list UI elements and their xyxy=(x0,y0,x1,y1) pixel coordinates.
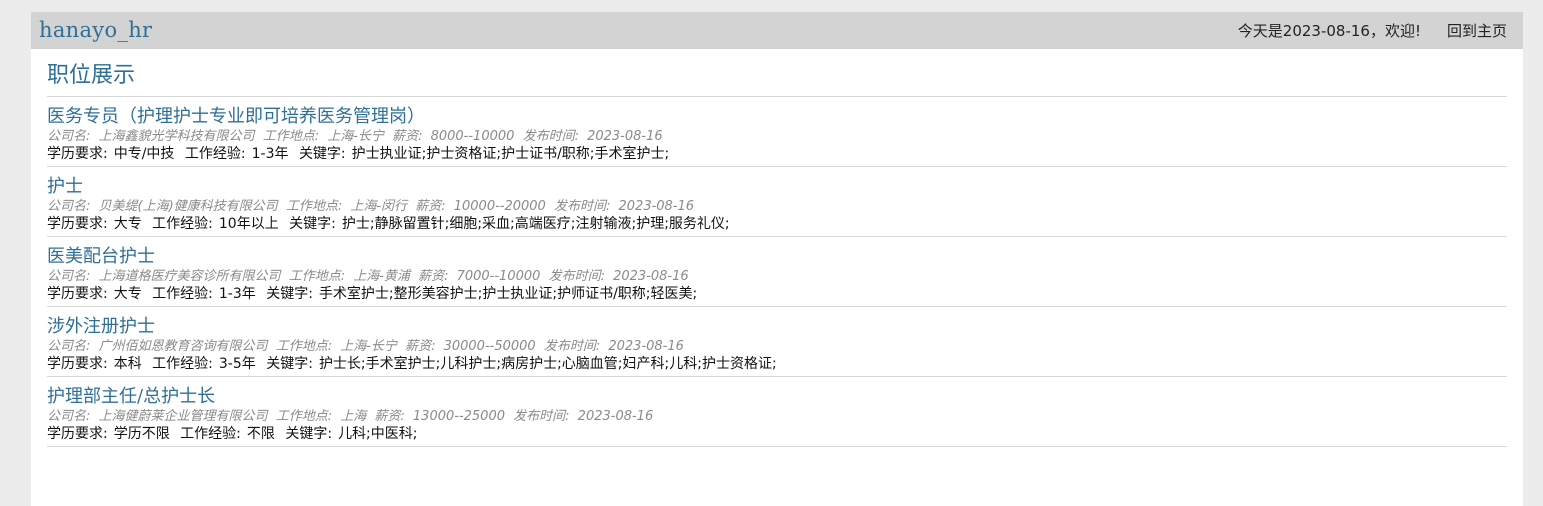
education-label: 学历要求: xyxy=(47,356,108,372)
company-name: 上海道格医疗美容诊所有限公司 xyxy=(98,269,281,284)
location-label: 工作地点: xyxy=(288,269,346,284)
company-label: 公司名: xyxy=(47,199,91,214)
company-label: 公司名: xyxy=(47,339,91,354)
job-requirements: 学历要求: 本科 工作经验: 3-5年 关键字: 护士长;手术室护士;儿科护士;病房护… xyxy=(47,355,1507,374)
salary-value: 10000--20000 xyxy=(453,199,546,214)
date-label: 发布时间: xyxy=(553,199,611,214)
job-title-link[interactable]: 护理部主任/总护士长 xyxy=(47,386,215,408)
date-label: 发布时间: xyxy=(548,269,605,284)
keywords-value: 儿科;中医科; xyxy=(338,426,418,442)
job-requirements: 学历要求: 学历不限 工作经验: 不限 关键字: 儿科;中医科; xyxy=(47,425,1507,444)
job-meta: 公司名: 广州佰如恩教育咨询有限公司 工作地点: 上海-长宁 薪资: 30000… xyxy=(47,338,1507,355)
experience-value: 10年以上 xyxy=(218,216,279,232)
salary-value: 8000--10000 xyxy=(430,129,515,144)
salary-label: 薪资: xyxy=(392,129,423,144)
job-item: 护士 公司名: 贝美缇(上海)健康科技有限公司 工作地点: 上海-闵行 薪资: … xyxy=(47,167,1507,237)
salary-label: 薪资: xyxy=(405,339,436,354)
salary-value: 7000--10000 xyxy=(456,269,541,284)
education-label: 学历要求: xyxy=(47,426,108,442)
home-link[interactable]: 回到主页 xyxy=(1447,20,1507,41)
salary-value: 30000--50000 xyxy=(443,339,536,354)
education-value: 本科 xyxy=(113,356,142,372)
education-value: 学历不限 xyxy=(113,426,170,442)
keywords-label: 关键字: xyxy=(266,286,313,302)
salary-label: 薪资: xyxy=(415,199,446,214)
experience-value: 不限 xyxy=(246,426,275,442)
date-label: 发布时间: xyxy=(513,409,570,424)
top-right-area: 今天是2023-08-16，欢迎! 回到主页 xyxy=(1238,20,1507,41)
education-label: 学历要求: xyxy=(47,286,108,302)
education-label: 学历要求: xyxy=(47,146,108,162)
experience-label: 工作经验: xyxy=(152,286,213,302)
experience-value: 1-3年 xyxy=(218,286,256,302)
location-value: 上海-长宁 xyxy=(327,129,384,144)
page-title: 职位展示 xyxy=(47,61,1507,97)
education-value: 大专 xyxy=(113,216,142,232)
salary-value: 13000--25000 xyxy=(412,409,505,424)
education-value: 中专/中技 xyxy=(113,146,175,162)
location-label: 工作地点: xyxy=(285,199,343,214)
date-value: 2023-08-16 xyxy=(613,269,689,284)
experience-label: 工作经验: xyxy=(152,356,213,372)
main-content: 职位展示 医务专员（护理护士专业即可培养医务管理岗） 公司名: 上海鑫貌光学科技… xyxy=(31,61,1523,447)
keywords-label: 关键字: xyxy=(285,426,333,442)
location-value: 上海-长宁 xyxy=(340,339,397,354)
job-requirements: 学历要求: 大专 工作经验: 10年以上 关键字: 护士;静脉留置针;细胞;采血;高端… xyxy=(47,215,1507,234)
keywords-label: 关键字: xyxy=(298,146,346,162)
keywords-value: 手术室护士;整形美容护士;护士执业证;护师证书/职称;轻医美; xyxy=(318,286,698,302)
job-meta: 公司名: 上海鑫貌光学科技有限公司 工作地点: 上海-长宁 薪资: 8000--… xyxy=(47,128,1507,145)
job-title-link[interactable]: 医务专员（护理护士专业即可培养医务管理岗） xyxy=(47,106,425,128)
experience-label: 工作经验: xyxy=(180,426,241,442)
job-item: 医美配台护士 公司名: 上海道格医疗美容诊所有限公司 工作地点: 上海-黄浦 薪… xyxy=(47,237,1507,307)
brand-logo[interactable]: hanayo_hr xyxy=(39,12,152,49)
date-value: 2023-08-16 xyxy=(618,199,695,214)
location-label: 工作地点: xyxy=(275,339,333,354)
job-title-link[interactable]: 护士 xyxy=(47,176,83,198)
date-label: 发布时间: xyxy=(522,129,579,144)
company-name: 上海健蔚莱企业管理有限公司 xyxy=(98,409,268,424)
salary-label: 薪资: xyxy=(418,269,449,284)
job-meta: 公司名: 上海道格医疗美容诊所有限公司 工作地点: 上海-黄浦 薪资: 7000… xyxy=(47,268,1507,285)
company-label: 公司名: xyxy=(47,409,91,424)
keywords-value: 护士长;手术室护士;儿科护士;病房护士;心脑血管;妇产科;儿科;护士资格证; xyxy=(318,356,777,372)
company-label: 公司名: xyxy=(47,269,91,284)
date-value: 2023-08-16 xyxy=(577,409,654,424)
keywords-value: 护士;静脉留置针;细胞;采血;高端医疗;注射输液;护理;服务礼仪; xyxy=(341,216,730,232)
experience-value: 3-5年 xyxy=(218,356,256,372)
date-label: 发布时间: xyxy=(543,339,601,354)
keywords-label: 关键字: xyxy=(289,216,336,232)
company-name: 上海鑫貌光学科技有限公司 xyxy=(98,129,255,144)
location-value: 上海-闵行 xyxy=(350,199,408,214)
job-requirements: 学历要求: 中专/中技 工作经验: 1-3年 关键字: 护士执业证;护士资格证;护士证… xyxy=(47,145,1507,164)
job-meta: 公司名: 贝美缇(上海)健康科技有限公司 工作地点: 上海-闵行 薪资: 100… xyxy=(47,198,1507,215)
location-value: 上海 xyxy=(340,409,367,424)
education-label: 学历要求: xyxy=(47,216,108,232)
keywords-label: 关键字: xyxy=(266,356,313,372)
page-frame: hanayo_hr 今天是2023-08-16，欢迎! 回到主页 职位展示 医务… xyxy=(31,12,1523,506)
job-title-link[interactable]: 涉外注册护士 xyxy=(47,316,155,338)
location-label: 工作地点: xyxy=(262,129,320,144)
job-list: 医务专员（护理护士专业即可培养医务管理岗） 公司名: 上海鑫貌光学科技有限公司 … xyxy=(47,97,1507,447)
keywords-value: 护士执业证;护士资格证;护士证书/职称;手术室护士; xyxy=(351,146,670,162)
salary-label: 薪资: xyxy=(374,409,405,424)
company-label: 公司名: xyxy=(47,129,91,144)
location-value: 上海-黄浦 xyxy=(353,269,410,284)
education-value: 大专 xyxy=(113,286,142,302)
job-title-link[interactable]: 医美配台护士 xyxy=(47,246,155,268)
experience-label: 工作经验: xyxy=(152,216,213,232)
company-name: 贝美缇(上海)健康科技有限公司 xyxy=(98,199,278,214)
job-item: 涉外注册护士 公司名: 广州佰如恩教育咨询有限公司 工作地点: 上海-长宁 薪资… xyxy=(47,307,1507,377)
experience-label: 工作经验: xyxy=(184,146,246,162)
company-name: 广州佰如恩教育咨询有限公司 xyxy=(98,339,268,354)
job-item: 护理部主任/总护士长 公司名: 上海健蔚莱企业管理有限公司 工作地点: 上海 薪… xyxy=(47,377,1507,447)
date-value: 2023-08-16 xyxy=(587,129,663,144)
location-label: 工作地点: xyxy=(275,409,333,424)
date-value: 2023-08-16 xyxy=(608,339,684,354)
experience-value: 1-3年 xyxy=(251,146,289,162)
job-item: 医务专员（护理护士专业即可培养医务管理岗） 公司名: 上海鑫貌光学科技有限公司 … xyxy=(47,97,1507,167)
job-requirements: 学历要求: 大专 工作经验: 1-3年 关键字: 手术室护士;整形美容护士;护士执业证… xyxy=(47,285,1507,304)
top-navbar: hanayo_hr 今天是2023-08-16，欢迎! 回到主页 xyxy=(31,12,1523,49)
job-meta: 公司名: 上海健蔚莱企业管理有限公司 工作地点: 上海 薪资: 13000--2… xyxy=(47,408,1507,425)
greeting-text: 今天是2023-08-16，欢迎! xyxy=(1237,22,1421,40)
